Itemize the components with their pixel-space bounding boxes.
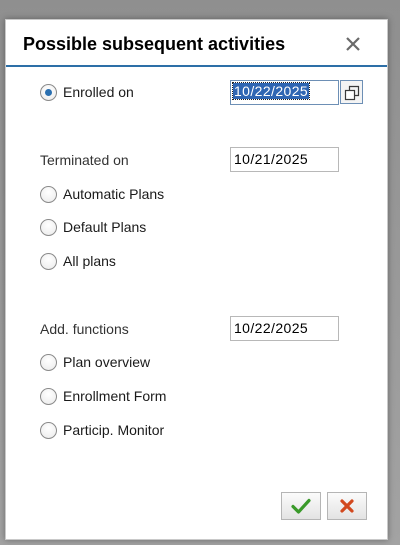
enrolled-on-date-value: 10/22/2025 <box>231 82 311 100</box>
radio-label-particip-monitor: Particip. Monitor <box>63 422 165 438</box>
radio-plan-overview[interactable]: Plan overview <box>40 351 150 373</box>
radio-label-automatic-plans: Automatic Plans <box>63 186 165 202</box>
radio-enrollment-form[interactable]: Enrollment Form <box>40 385 166 407</box>
radio-all-plans[interactable]: All plans <box>40 250 116 272</box>
terminated-on-label: Terminated on <box>40 152 129 168</box>
radio-button-enrollment-form[interactable] <box>40 387 57 405</box>
dialog-header: Possible subsequent activities <box>6 20 387 67</box>
radio-button-all-plans[interactable] <box>40 252 57 270</box>
dialog-title: Possible subsequent activities <box>23 34 286 54</box>
cancel-button[interactable] <box>327 492 367 520</box>
terminated-on-date-input[interactable]: 10/21/2025 <box>230 147 339 172</box>
add-functions-label: Add. functions <box>40 321 129 337</box>
radio-button-plan-overview[interactable] <box>40 353 57 371</box>
close-icon <box>346 37 360 51</box>
enrolled-on-date-input[interactable]: 10/22/2025 <box>230 80 339 105</box>
add-functions-date-input[interactable]: 10/22/2025 <box>230 316 339 341</box>
radio-button-enrolled-on[interactable] <box>40 83 57 101</box>
cancel-icon <box>340 499 354 513</box>
radio-label-default-plans: Default Plans <box>63 219 147 235</box>
subsequent-activities-dialog: Possible subsequent activities Enrolled … <box>5 19 388 540</box>
close-button[interactable] <box>345 36 361 52</box>
date-picker-button[interactable] <box>340 80 363 104</box>
date-picker-icon <box>344 85 360 101</box>
radio-label-enrolled-on: Enrolled on <box>63 84 134 100</box>
add-functions-date-value: 10/22/2025 <box>234 320 309 336</box>
radio-button-particip-monitor[interactable] <box>40 421 57 439</box>
radio-enrolled-on[interactable]: Enrolled on <box>40 81 134 103</box>
radio-label-enrollment-form: Enrollment Form <box>63 388 167 404</box>
radio-particip-monitor[interactable]: Particip. Monitor <box>40 419 164 441</box>
terminated-on-date-value: 10/21/2025 <box>234 151 309 167</box>
radio-button-default-plans[interactable] <box>40 218 57 236</box>
radio-default-plans[interactable]: Default Plans <box>40 216 146 238</box>
radio-automatic-plans[interactable]: Automatic Plans <box>40 183 164 205</box>
radio-button-automatic-plans[interactable] <box>40 185 57 203</box>
radio-label-plan-overview: Plan overview <box>63 354 151 370</box>
radio-label-all-plans: All plans <box>63 253 116 269</box>
checkmark-icon <box>291 498 311 514</box>
confirm-button[interactable] <box>281 492 321 520</box>
